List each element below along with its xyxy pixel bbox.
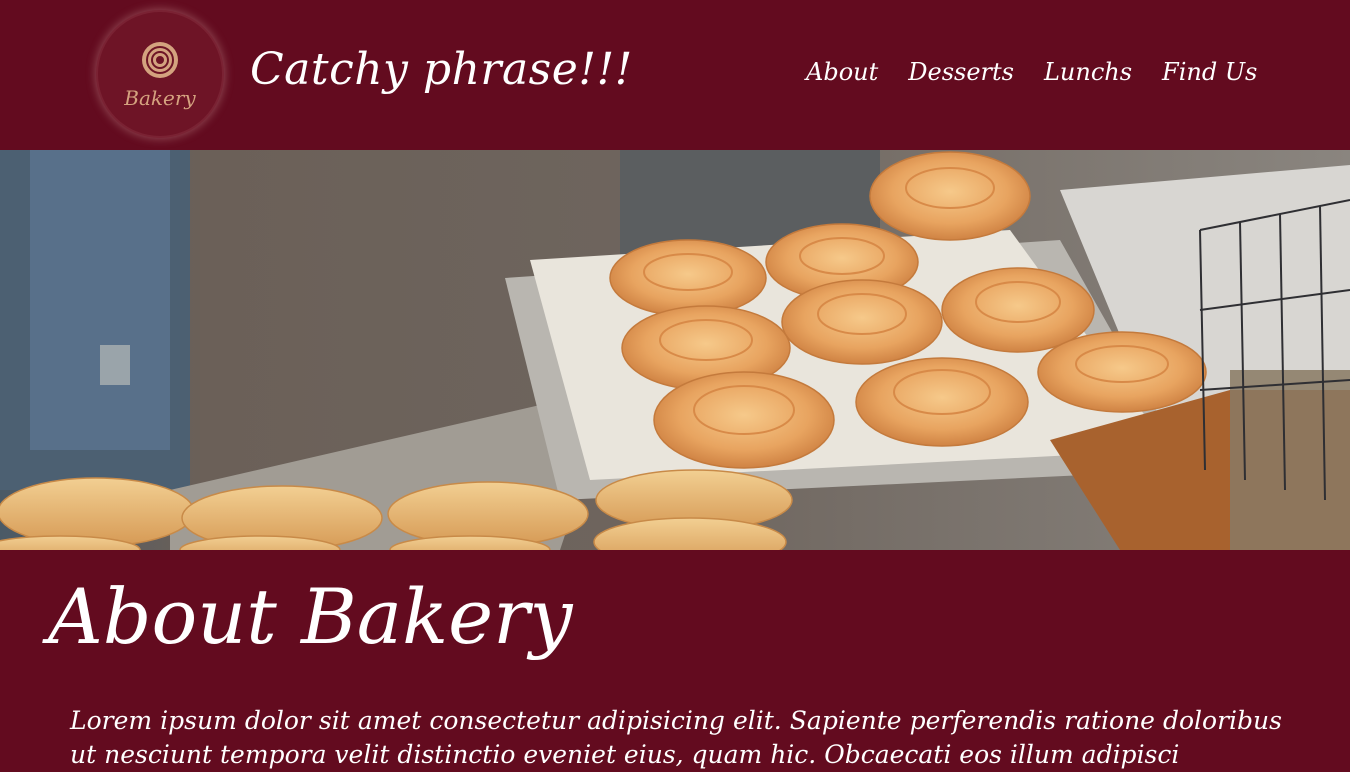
nav-lunchs[interactable]: Lunchs (1044, 58, 1132, 86)
hero-image (0, 150, 1350, 550)
about-title: About Bakery (48, 572, 573, 661)
nav-find-us[interactable]: Find Us (1162, 58, 1257, 86)
bakery-photo (0, 150, 1350, 550)
nav-about[interactable]: About (806, 58, 878, 86)
catchphrase: Catchy phrase!!! (250, 44, 633, 95)
about-body: Lorem ipsum dolor sit amet consectetur a… (70, 706, 1282, 769)
donut-icon (142, 42, 178, 78)
bakery-logo[interactable]: Bakery (98, 12, 222, 136)
site-header: Bakery Catchy phrase!!! About Desserts L… (0, 0, 1350, 150)
nav-desserts[interactable]: Desserts (908, 58, 1014, 86)
logo-label: Bakery (124, 86, 196, 110)
main-nav: About Desserts Lunchs Find Us (806, 58, 1257, 86)
